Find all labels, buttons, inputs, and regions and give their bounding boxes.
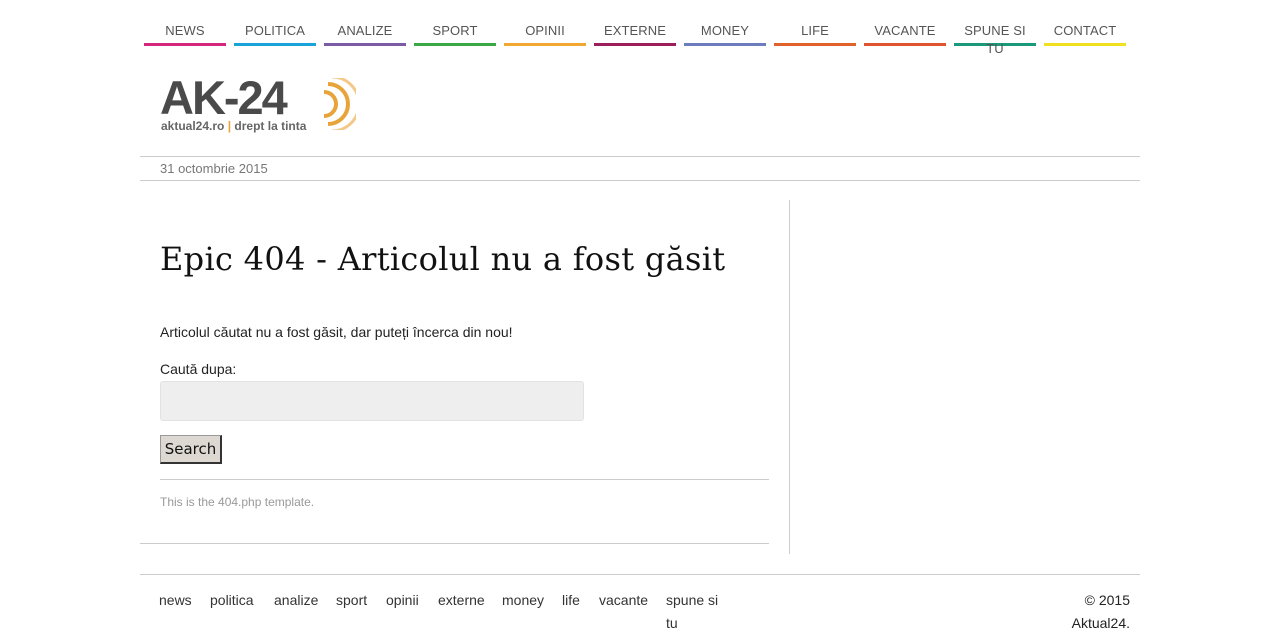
footer-link-news[interactable]: news [159,589,192,612]
copyright: © 2015 Aktual24. [1071,592,1130,631]
footer-link-life[interactable]: life [562,589,580,612]
logo-domain: aktual24.ro [161,119,225,133]
nav-item-politica[interactable]: POLITICA [234,22,316,46]
intro-text: Articolul căutat nu a fost găsit, dar pu… [160,324,513,340]
footer-link-opinii[interactable]: opinii [386,589,419,612]
footer: news politica analize sport opinii exter… [140,574,1140,638]
search-input[interactable] [160,381,584,421]
site-logo[interactable]: AK-24 aktual24.ro | drept la tinta [160,74,360,136]
signal-icon [323,78,356,130]
nav-item-life[interactable]: LIFE [774,22,856,46]
nav-item-externe[interactable]: EXTERNE [594,22,676,46]
nav-item-opinii[interactable]: OPINII [504,22,586,46]
footer-link-externe[interactable]: externe [438,589,485,612]
nav-item-sport[interactable]: SPORT [414,22,496,46]
nav-item-money[interactable]: MONEY [684,22,766,46]
footer-link-sport[interactable]: sport [336,589,367,612]
search-button[interactable]: Search [160,435,222,464]
divider [140,543,769,544]
logo-mark: AK-24 [160,71,288,124]
logo-separator: | [227,119,232,133]
footer-link-politica[interactable]: politica [210,589,254,612]
nav-item-spune-si-tu[interactable]: SPUNE SI TU [954,22,1036,56]
date-bar: 31 octombrie 2015 [140,156,1140,181]
footer-link-analize[interactable]: analize [274,589,318,612]
nav-item-news[interactable]: NEWS [144,22,226,46]
footer-link-money[interactable]: money [502,589,544,612]
search-label: Caută dupa: [160,361,237,377]
footer-link-vacante[interactable]: vacante [599,589,648,612]
nav-item-analize[interactable]: ANALIZE [324,22,406,46]
current-date: 31 octombrie 2015 [160,161,268,176]
template-note: This is the 404.php template. [160,495,315,509]
main-content: Epic 404 - Articolul nu a fost găsit Art… [140,200,790,554]
main-nav: NEWS POLITICA ANALIZE SPORT OPINII EXTER… [140,0,1140,56]
nav-item-vacante[interactable]: VACANTE [864,22,946,46]
logo-tagline-text: drept la tinta [234,119,307,133]
nav-item-contact[interactable]: CONTACT [1044,22,1126,46]
divider [160,479,769,480]
page-title: Epic 404 - Articolul nu a fost găsit [160,240,726,278]
footer-link-spune-si-tu[interactable]: spune si tu [666,589,724,635]
logo-tagline: aktual24.ro | drept la tinta [161,119,306,133]
